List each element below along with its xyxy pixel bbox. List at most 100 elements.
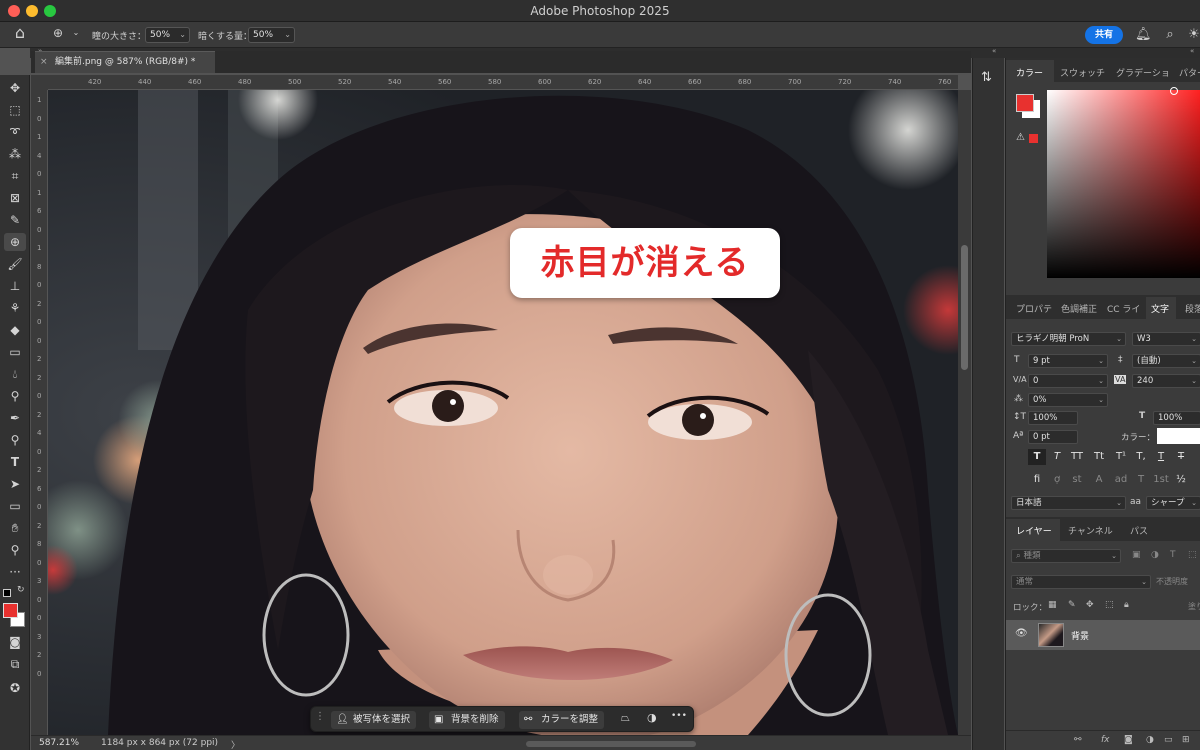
faux-bold-button[interactable]: T bbox=[1028, 449, 1046, 465]
zoom-tool-icon-alt[interactable]: ⚲ bbox=[4, 431, 26, 449]
lock-transparent-icon[interactable]: ▦ bbox=[1048, 600, 1057, 610]
adjustment-layer-icon[interactable]: ◑ bbox=[647, 711, 657, 724]
tracking-field[interactable]: 240 ⌄ bbox=[1132, 374, 1200, 388]
new-group-icon[interactable]: ▭ bbox=[1164, 735, 1173, 745]
font-weight-select[interactable]: W3 ⌄ bbox=[1132, 332, 1200, 346]
select-subject-button[interactable]: 👤︎ 被写体を選択 bbox=[331, 711, 417, 729]
lock-all-icon[interactable]: 🔒︎ bbox=[1124, 600, 1129, 610]
quick-mask-icon[interactable]: ◙ bbox=[4, 633, 26, 651]
lock-artboard-icon[interactable]: ⬚ bbox=[1105, 600, 1114, 610]
kerning-field[interactable]: 0 ⌄ bbox=[1028, 374, 1108, 388]
generative-icon[interactable]: ✪ bbox=[4, 679, 26, 697]
red-eye-tool-icon[interactable]: ⊕ bbox=[4, 233, 26, 251]
baseline-shift-field[interactable]: 0 pt bbox=[1028, 430, 1078, 444]
layer-filter-field[interactable]: ⌕ 種類 ⌄ bbox=[1011, 549, 1121, 563]
ordinal-button[interactable]: 1st bbox=[1152, 472, 1170, 488]
small-caps-button[interactable]: Tt bbox=[1090, 449, 1108, 465]
eyedropper-tool-icon[interactable]: ✎ bbox=[4, 211, 26, 229]
tab-character[interactable]: 文字 bbox=[1151, 302, 1169, 315]
home-icon[interactable]: ⌂ bbox=[12, 25, 28, 41]
tab-cc-libraries[interactable]: CC ライ bbox=[1107, 302, 1140, 315]
darken-amount-field[interactable]: 50% ⌄ bbox=[248, 27, 295, 43]
tab-patterns[interactable]: パター bbox=[1179, 66, 1200, 79]
panel-foreground-swatch[interactable] bbox=[1016, 94, 1034, 112]
text-color-swatch[interactable] bbox=[1157, 428, 1200, 444]
close-document-icon[interactable]: × bbox=[40, 52, 48, 73]
tab-gradients[interactable]: グラデーショ bbox=[1116, 66, 1170, 79]
antialias-select[interactable]: シャープ ⌄ bbox=[1146, 496, 1200, 510]
vertical-scale-field[interactable]: 100% bbox=[1028, 411, 1078, 425]
magic-wand-tool-icon[interactable]: ⁂ bbox=[4, 145, 26, 163]
stylistic-button[interactable]: ad bbox=[1112, 472, 1130, 488]
strikethrough-button[interactable]: T bbox=[1172, 449, 1190, 465]
tab-layers[interactable]: レイヤー bbox=[1016, 524, 1052, 537]
vertical-scrollbar[interactable] bbox=[958, 90, 971, 735]
blur-tool-icon[interactable]: 💧︎ bbox=[4, 365, 26, 383]
gradient-tool-icon[interactable]: ▭ bbox=[4, 343, 26, 361]
filter-adjustment-icon[interactable]: ◑ bbox=[1151, 550, 1159, 560]
search-icon[interactable]: ⌕ bbox=[1162, 27, 1178, 43]
layer-row[interactable]: 👁︎ 背景 bbox=[1006, 620, 1200, 650]
language-select[interactable]: 日本語 ⌄ bbox=[1011, 496, 1126, 510]
move-tool-icon[interactable]: ✥ bbox=[4, 79, 26, 97]
add-mask-icon[interactable]: ◙ bbox=[1124, 735, 1133, 745]
bell-icon[interactable]: 🔔︎ bbox=[1135, 27, 1152, 43]
horizontal-scroll-thumb[interactable] bbox=[526, 741, 696, 747]
filter-shape-icon[interactable]: ⬚ bbox=[1188, 550, 1197, 560]
layer-visibility-eye-icon[interactable]: 👁︎ bbox=[1015, 628, 1028, 639]
document-canvas[interactable] bbox=[48, 90, 958, 735]
all-caps-button[interactable]: TT bbox=[1068, 449, 1086, 465]
history-panel-icon[interactable]: ⇅ bbox=[981, 70, 992, 85]
hand-tool-icon[interactable]: ✋︎ bbox=[4, 519, 26, 537]
remove-background-button[interactable]: ▣ 背景を削除 bbox=[429, 711, 505, 729]
collapse-panels-icon[interactable]: « bbox=[1190, 47, 1194, 55]
faux-italic-button[interactable]: T bbox=[1048, 449, 1066, 465]
zoom-tool-icon[interactable]: ⚲ bbox=[4, 541, 26, 559]
font-size-field[interactable]: 9 pt ⌄ bbox=[1028, 354, 1108, 368]
tab-paragraph[interactable]: 段落 bbox=[1185, 302, 1200, 315]
pupil-size-field[interactable]: 50% ⌄ bbox=[145, 27, 190, 43]
stamp-tool-icon[interactable]: ⊥ bbox=[4, 277, 26, 295]
filter-type-icon[interactable]: T bbox=[1170, 550, 1176, 560]
swap-colors-icon[interactable]: ↻ bbox=[17, 585, 25, 595]
tsume-field[interactable]: 0% ⌄ bbox=[1028, 393, 1108, 407]
marquee-tool-icon[interactable]: ⬚ bbox=[4, 101, 26, 119]
layer-style-icon[interactable]: fx bbox=[1101, 735, 1110, 745]
new-layer-icon[interactable]: ⊞ bbox=[1182, 735, 1190, 745]
blend-mode-select[interactable]: 通常 ⌄ bbox=[1011, 575, 1151, 589]
color-picker-cursor[interactable] bbox=[1170, 87, 1178, 95]
superscript-button[interactable]: T¹ bbox=[1112, 449, 1130, 465]
document-tab[interactable]: × 編集前.png @ 587% (RGB/8#) * bbox=[35, 51, 215, 73]
discretionary-ligature-button[interactable]: st bbox=[1068, 472, 1086, 488]
brush-tool-icon[interactable]: 🖌︎ bbox=[4, 255, 26, 273]
dodge-tool-icon[interactable]: ⚲ bbox=[4, 387, 26, 405]
vertical-scroll-thumb[interactable] bbox=[961, 245, 968, 370]
rectangle-tool-icon[interactable]: ▭ bbox=[4, 497, 26, 515]
drag-handle-icon[interactable]: ⋮ bbox=[315, 711, 325, 722]
adjustment-layer-footer-icon[interactable]: ◑ bbox=[1146, 735, 1154, 745]
share-button[interactable]: 共有 bbox=[1085, 26, 1123, 44]
foreground-color-swatch[interactable] bbox=[3, 603, 18, 618]
path-selection-tool-icon[interactable]: ➤ bbox=[4, 475, 26, 493]
tool-preset-chevron-icon[interactable]: ⌄ bbox=[68, 25, 84, 41]
color-picker-field[interactable] bbox=[1047, 90, 1200, 278]
underline-button[interactable]: T bbox=[1152, 449, 1170, 465]
adjust-color-button[interactable]: ⚯ カラーを調整 bbox=[519, 711, 605, 729]
zoom-level[interactable]: 587.21% bbox=[39, 738, 79, 748]
transform-icon[interactable]: ⏢ bbox=[621, 711, 630, 725]
gamut-swatch[interactable] bbox=[1029, 134, 1038, 143]
link-layers-icon[interactable]: ⚯ bbox=[1074, 735, 1082, 745]
more-options-icon[interactable]: ••• bbox=[671, 711, 687, 721]
swash-button[interactable]: A bbox=[1090, 472, 1108, 488]
tab-paths[interactable]: パス bbox=[1130, 524, 1148, 537]
collapse-dock-icon[interactable]: « bbox=[992, 47, 996, 55]
tab-swatches[interactable]: スウォッチ bbox=[1060, 66, 1105, 79]
lock-position-icon[interactable]: ✥ bbox=[1086, 600, 1094, 610]
filter-pixel-icon[interactable]: ▣ bbox=[1132, 550, 1141, 560]
tab-channels[interactable]: チャンネル bbox=[1068, 524, 1113, 537]
lightbulb-icon[interactable]: ☀︎ bbox=[1186, 27, 1200, 43]
red-eye-tool-icon[interactable]: ⊕ bbox=[50, 25, 66, 41]
pen-tool-icon[interactable]: ✒ bbox=[4, 409, 26, 427]
frame-tool-icon[interactable]: ⊠ bbox=[4, 189, 26, 207]
default-colors-icon[interactable] bbox=[3, 589, 11, 597]
